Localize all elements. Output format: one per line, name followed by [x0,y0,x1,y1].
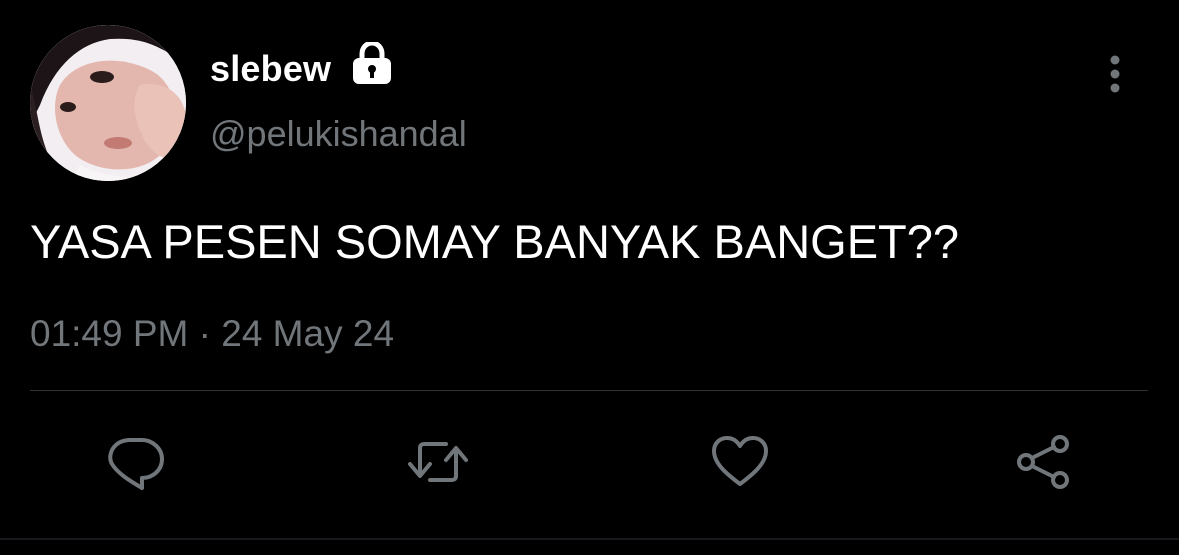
reply-icon [108,438,164,490]
tweet-timestamp[interactable]: 01:49 PM · 24 May 24 [30,312,394,356]
share-button[interactable] [1012,430,1076,494]
more-vertical-icon[interactable] [1100,52,1130,96]
display-name[interactable]: slebew [210,48,331,90]
reply-button[interactable] [104,430,168,494]
lock-icon [353,42,391,84]
like-button[interactable] [708,430,772,494]
divider [30,390,1148,391]
avatar[interactable] [30,25,186,181]
user-handle[interactable]: @pelukishandal [210,113,467,155]
tweet-card: slebew @pelukishandal YASA PESEN SOMAY B… [0,0,1179,555]
share-icon [1017,435,1069,489]
bottom-divider [0,538,1179,540]
heart-icon [712,436,768,486]
tweet-text: YASA PESEN SOMAY BANYAK BANGET?? [30,215,960,268]
retweet-icon [408,442,468,482]
avatar-photo [30,25,186,181]
retweet-button[interactable] [406,430,470,494]
